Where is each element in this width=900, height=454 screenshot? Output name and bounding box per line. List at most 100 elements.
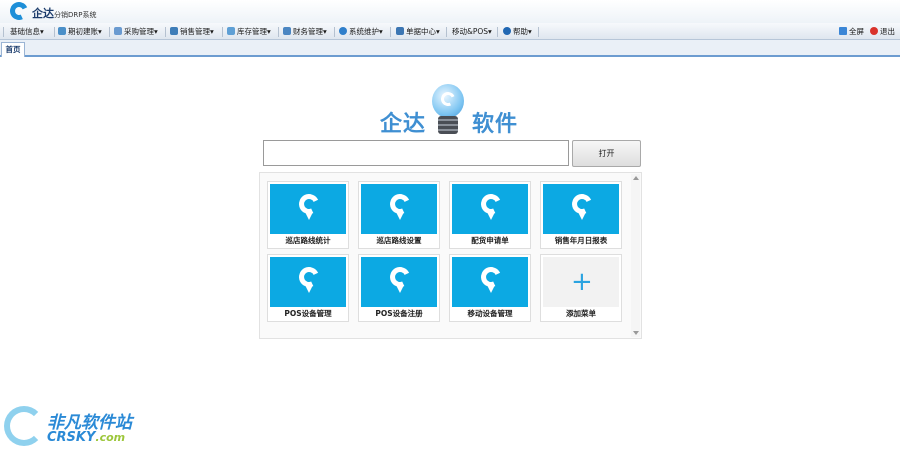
qida-logo-tail [578, 212, 586, 220]
menu-separator [109, 27, 110, 37]
tile-image [543, 184, 619, 234]
tile-label: POS设备注册 [375, 309, 423, 318]
app-title-text: 企达 [32, 7, 54, 20]
tile-mobile-device-management[interactable]: 移动设备管理 [449, 254, 531, 322]
menu-separator [497, 27, 498, 37]
tile-image [361, 184, 437, 234]
menu-label: 移动&POS▾ [452, 27, 492, 36]
qida-logo-tail [396, 285, 404, 293]
menu-tile-panel: 巡店路线统计 巡店路线设置 配货申请单 销售年月日报表 POS设备管理 POS设… [259, 172, 642, 339]
app-logo-icon [7, 0, 31, 23]
title-bar: 企达分销DRP系统 [0, 0, 900, 23]
qida-logo-tail [487, 285, 495, 293]
book-icon [58, 27, 66, 35]
menu-separator [390, 27, 391, 37]
menu-label: 帮助▾ [513, 27, 532, 36]
menu-separator [334, 27, 335, 37]
menu-separator [446, 27, 447, 37]
tile-label: 移动设备管理 [467, 309, 513, 318]
menu-sales[interactable]: 销售管理▾ [170, 26, 214, 38]
tile-label: 巡店路线设置 [376, 236, 422, 245]
plus-icon: + [571, 267, 593, 297]
truck-icon [114, 27, 122, 35]
help-icon [503, 27, 511, 35]
brand-text-right: 软件 [472, 112, 519, 137]
vertical-scrollbar[interactable] [631, 174, 640, 337]
menu-label: 单据中心▾ [406, 27, 440, 36]
tile-label: 配货申请单 [471, 236, 509, 245]
qida-logo-tail [305, 212, 313, 220]
fullscreen-button[interactable]: 全屏 [839, 26, 864, 37]
tile-image [270, 257, 346, 307]
menu-label: 财务管理▾ [293, 27, 327, 36]
sales-icon [170, 27, 178, 35]
menu-basic-info[interactable]: 基础信息▾ [10, 26, 44, 38]
app-title: 企达分销DRP系统 [32, 5, 96, 21]
tile-patrol-route-stats[interactable]: 巡店路线统计 [267, 181, 349, 249]
menu-separator [222, 27, 223, 37]
watermark: 非凡软件站 CRSKY.com [2, 398, 152, 454]
menu-inventory[interactable]: 库存管理▾ [227, 26, 271, 38]
tile-label: 添加菜单 [566, 309, 596, 318]
menu-separator [538, 27, 539, 37]
tile-label: POS设备管理 [284, 309, 332, 318]
fullscreen-label: 全屏 [849, 27, 864, 36]
tile-sales-report[interactable]: 销售年月日报表 [540, 181, 622, 249]
qida-logo-tail [487, 212, 495, 220]
watermark-en-main: CRSKY [47, 430, 96, 445]
search-input[interactable] [263, 140, 569, 166]
menu-purchase[interactable]: 采购管理▾ [114, 26, 158, 38]
menu-separator [278, 27, 279, 37]
menu-separator [165, 27, 166, 37]
exit-label: 退出 [880, 27, 895, 36]
menu-label: 库存管理▾ [237, 27, 271, 36]
menu-separator [3, 27, 4, 37]
scroll-up-icon[interactable] [633, 176, 639, 180]
menu-opening-accounts[interactable]: 期初建账▾ [58, 26, 102, 38]
watermark-logo-icon [4, 406, 44, 446]
document-icon [396, 27, 404, 35]
tile-image [361, 257, 437, 307]
menu-label: 采购管理▾ [124, 27, 158, 36]
exit-button[interactable]: 退出 [870, 26, 895, 37]
tile-allocation-request[interactable]: 配货申请单 [449, 181, 531, 249]
tile-label: 巡店路线统计 [285, 236, 331, 245]
menu-documents[interactable]: 单据中心▾ [396, 26, 440, 38]
warehouse-icon [227, 27, 235, 35]
tile-patrol-route-setup[interactable]: 巡店路线设置 [358, 181, 440, 249]
menu-separator [54, 27, 55, 37]
scroll-down-icon[interactable] [633, 331, 639, 335]
menu-label: 期初建账▾ [68, 27, 102, 36]
menu-label: 基础信息▾ [10, 27, 44, 36]
qida-logo-tail [396, 212, 404, 220]
watermark-en-suffix: .com [95, 431, 126, 444]
fullscreen-icon [839, 27, 847, 35]
open-button[interactable]: 打开 [572, 140, 641, 167]
menu-label: 系统维护▾ [349, 27, 383, 36]
menu-finance[interactable]: 财务管理▾ [283, 26, 327, 38]
menu-bar: 基础信息▾ 期初建账▾ 采购管理▾ 销售管理▾ 库存管理▾ 财务管理▾ 系统维护… [0, 23, 900, 40]
tile-label: 销售年月日报表 [554, 236, 608, 245]
menu-mobile-pos[interactable]: 移动&POS▾ [452, 26, 492, 38]
tile-pos-device-management[interactable]: POS设备管理 [267, 254, 349, 322]
tile-image: + [543, 257, 619, 307]
brand-logo: 企达 软件 [380, 84, 530, 137]
tile-image [452, 184, 528, 234]
tab-bar: 首页 [0, 40, 900, 57]
brand-text-left: 企达 [380, 112, 427, 137]
lightbulb-base-icon [438, 116, 458, 134]
watermark-en-text: CRSKY.com [47, 430, 125, 445]
finance-icon [283, 27, 291, 35]
menu-system-maintenance[interactable]: 系统维护▾ [339, 26, 383, 38]
app-subtitle: 分销DRP系统 [54, 11, 97, 19]
close-icon [870, 27, 878, 35]
tile-image [452, 257, 528, 307]
tile-image [270, 184, 346, 234]
tile-add-menu[interactable]: + 添加菜单 [540, 254, 622, 322]
menu-label: 销售管理▾ [180, 27, 214, 36]
globe-icon [339, 27, 347, 35]
tile-pos-device-registration[interactable]: POS设备注册 [358, 254, 440, 322]
menu-help[interactable]: 帮助▾ [503, 26, 532, 38]
tab-home[interactable]: 首页 [1, 42, 25, 57]
qida-logo-tail [305, 285, 313, 293]
